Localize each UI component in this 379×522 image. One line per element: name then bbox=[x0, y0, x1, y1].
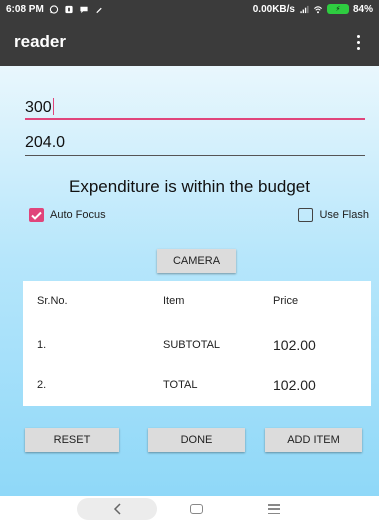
row-price: 102.00 bbox=[273, 377, 316, 393]
done-button[interactable]: DONE bbox=[148, 428, 245, 452]
battery-charging-icon: ⚡ bbox=[326, 4, 349, 14]
menu-line bbox=[268, 508, 280, 510]
expense-input[interactable]: 204.0 bbox=[25, 134, 365, 156]
use-flash-checkbox[interactable]: Use Flash bbox=[298, 208, 369, 222]
row-sr-no: 1. bbox=[37, 339, 47, 351]
header-price: Price bbox=[273, 295, 299, 307]
table-row[interactable]: 2. TOTAL 102.00 bbox=[23, 375, 371, 395]
auto-focus-checkbox[interactable]: Auto Focus bbox=[29, 208, 106, 222]
battery-level: 84% bbox=[352, 3, 373, 15]
expense-input-value: 204.0 bbox=[25, 134, 66, 151]
use-flash-label: Use Flash bbox=[319, 209, 369, 221]
table-row[interactable]: 1. SUBTOTAL 102.00 bbox=[23, 335, 371, 355]
chat-icon bbox=[80, 6, 88, 13]
budget-input-value: 300 bbox=[25, 99, 52, 116]
reset-button[interactable]: RESET bbox=[25, 428, 119, 452]
menu-dot bbox=[356, 46, 360, 50]
budget-status-message: Expenditure is within the budget bbox=[69, 177, 310, 196]
menu-line bbox=[268, 504, 280, 506]
home-icon[interactable] bbox=[190, 504, 203, 514]
budget-input[interactable]: 300 bbox=[25, 98, 365, 120]
notification-icon bbox=[65, 5, 73, 13]
status-time: 6:08 PM bbox=[6, 3, 44, 15]
items-table: Sr.No. Item Price 1. SUBTOTAL 102.00 2. … bbox=[23, 281, 371, 406]
status-bar: 6:08 PM 0.00KB/s ⚡ 84% bbox=[0, 0, 379, 18]
row-item: TOTAL bbox=[163, 379, 198, 391]
overflow-menu-icon[interactable] bbox=[351, 32, 365, 52]
auto-focus-label: Auto Focus bbox=[50, 209, 106, 221]
signal-icon bbox=[300, 5, 309, 13]
network-speed: 0.00KB/s bbox=[252, 3, 295, 15]
menu-dot bbox=[356, 34, 360, 38]
header-item: Item bbox=[163, 295, 185, 307]
menu-dot bbox=[356, 40, 360, 44]
checkbox-unchecked-icon bbox=[298, 208, 314, 222]
wifi-icon bbox=[314, 5, 322, 13]
table-header-row: Sr.No. Item Price bbox=[23, 291, 371, 311]
camera-button[interactable]: CAMERA bbox=[157, 249, 236, 273]
whatsapp-icon bbox=[49, 4, 58, 14]
recents-icon[interactable] bbox=[268, 504, 280, 514]
row-sr-no: 2. bbox=[37, 379, 47, 391]
menu-line bbox=[268, 512, 280, 514]
checkbox-checked-icon bbox=[29, 208, 44, 222]
status-left: 6:08 PM bbox=[6, 4, 104, 15]
text-cursor bbox=[52, 98, 54, 115]
navigation-bar bbox=[0, 496, 379, 522]
add-item-button[interactable]: ADD ITEM bbox=[265, 428, 362, 452]
row-item: SUBTOTAL bbox=[163, 339, 221, 351]
app-title: reader bbox=[14, 32, 66, 51]
edit-icon bbox=[96, 7, 102, 13]
status-right: 0.00KB/s ⚡ 84% bbox=[253, 4, 373, 15]
app-bar: reader bbox=[0, 18, 379, 66]
header-sr-no: Sr.No. bbox=[37, 295, 68, 307]
main-content: 300 204.0 Expenditure is within the budg… bbox=[0, 66, 379, 496]
back-icon[interactable] bbox=[112, 500, 124, 518]
row-price: 102.00 bbox=[273, 337, 316, 353]
